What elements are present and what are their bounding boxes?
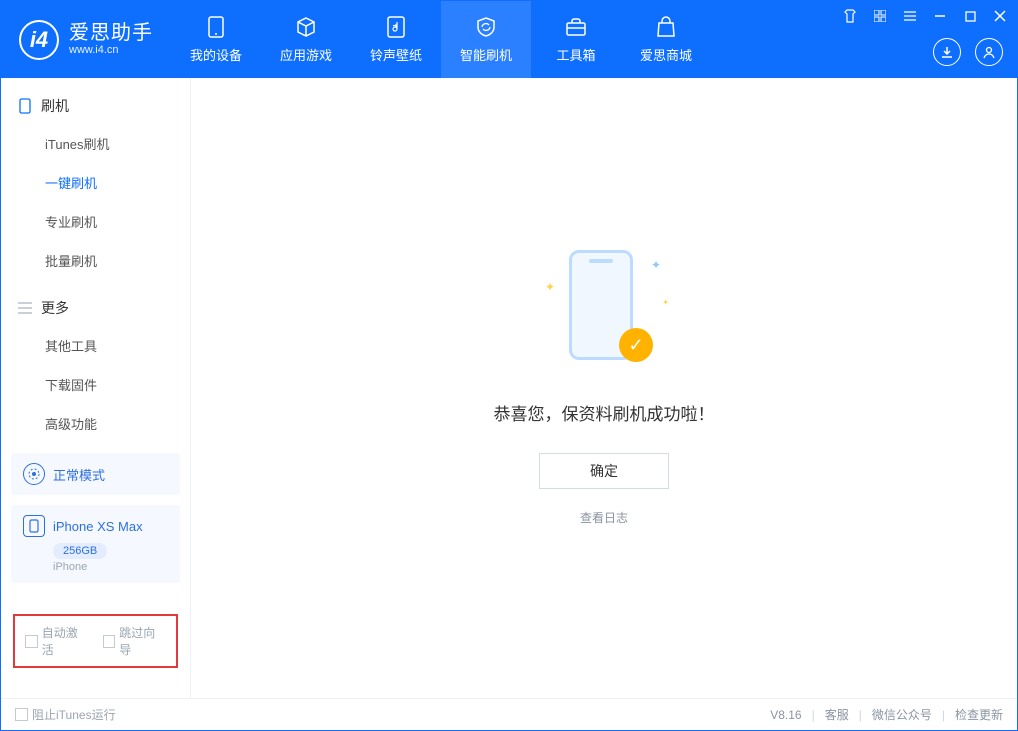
device-panel[interactable]: iPhone XS Max 256GB iPhone <box>11 505 180 583</box>
nav-store[interactable]: 爱思商城 <box>621 1 711 78</box>
nav-ringtones[interactable]: 铃声壁纸 <box>351 1 441 78</box>
maximize-button[interactable] <box>961 7 979 25</box>
list-icon <box>17 300 33 316</box>
main-content: ✦ ✦ ✦ ✓ 恭喜您，保资料刷机成功啦！ 确定 查看日志 <box>191 78 1017 698</box>
highlighted-options: 自动激活 跳过向导 <box>13 614 178 668</box>
sparkle-icon: ✦ <box>651 258 661 272</box>
sparkle-icon: ✦ <box>545 280 555 294</box>
app-header: i4 爱思助手 www.i4.cn 我的设备 应用游戏 铃声壁纸 智能刷机 <box>1 1 1017 78</box>
checkbox-label: 自动激活 <box>42 624 89 658</box>
sidebar-section-flash: 刷机 <box>1 78 190 124</box>
mode-icon <box>23 463 45 485</box>
menu-icon[interactable] <box>901 7 919 25</box>
sidebar-item-itunes-flash[interactable]: iTunes刷机 <box>1 124 190 163</box>
success-illustration: ✦ ✦ ✦ ✓ <box>549 250 659 370</box>
sidebar-item-pro-flash[interactable]: 专业刷机 <box>1 202 190 241</box>
support-link[interactable]: 客服 <box>825 706 849 723</box>
nav-label: 铃声壁纸 <box>370 45 422 64</box>
header-actions <box>933 38 1003 66</box>
close-button[interactable] <box>991 7 1009 25</box>
sidebar-item-onekey-flash[interactable]: 一键刷机 <box>1 163 190 202</box>
nav-toolbox[interactable]: 工具箱 <box>531 1 621 78</box>
sidebar-item-batch-flash[interactable]: 批量刷机 <box>1 241 190 280</box>
checkbox-icon <box>25 635 38 648</box>
check-update-link[interactable]: 检查更新 <box>955 706 1003 723</box>
skip-guide-checkbox[interactable]: 跳过向导 <box>103 624 167 658</box>
view-log-link[interactable]: 查看日志 <box>580 509 628 526</box>
mode-label: 正常模式 <box>53 465 105 484</box>
nav-label: 应用游戏 <box>280 45 332 64</box>
block-itunes-checkbox[interactable]: 阻止iTunes运行 <box>15 706 116 723</box>
checkbox-label: 跳过向导 <box>119 624 166 658</box>
sidebar-section-more: 更多 <box>1 280 190 326</box>
device-phone-icon <box>23 515 45 537</box>
bag-icon <box>654 15 678 39</box>
download-button[interactable] <box>933 38 961 66</box>
window-controls <box>841 7 1009 25</box>
nav-label: 工具箱 <box>556 45 595 64</box>
toolbox-icon <box>564 15 588 39</box>
cube-icon <box>294 15 318 39</box>
logo-icon: i4 <box>19 20 59 60</box>
nav-apps[interactable]: 应用游戏 <box>261 1 351 78</box>
sidebar-item-other-tools[interactable]: 其他工具 <box>1 326 190 365</box>
sparkle-icon: ✦ <box>662 298 669 307</box>
nav-label: 智能刷机 <box>460 45 512 64</box>
device-name: iPhone XS Max <box>53 519 143 534</box>
device-storage-badge: 256GB <box>53 543 107 559</box>
user-button[interactable] <box>975 38 1003 66</box>
auto-activate-checkbox[interactable]: 自动激活 <box>25 624 89 658</box>
checkbox-icon <box>103 635 116 648</box>
phone-icon <box>17 98 33 114</box>
nav-label: 爱思商城 <box>640 45 692 64</box>
status-bar: 阻止iTunes运行 V8.16 | 客服 | 微信公众号 | 检查更新 <box>1 698 1017 730</box>
checkbox-label: 阻止iTunes运行 <box>32 706 116 723</box>
minimize-button[interactable] <box>931 7 949 25</box>
nav-flash[interactable]: 智能刷机 <box>441 1 531 78</box>
nav-my-device[interactable]: 我的设备 <box>171 1 261 78</box>
shirt-icon[interactable] <box>841 7 859 25</box>
logo: i4 爱思助手 www.i4.cn <box>1 20 171 60</box>
nav-label: 我的设备 <box>190 45 242 64</box>
sidebar: 刷机 iTunes刷机 一键刷机 专业刷机 批量刷机 更多 其他工具 下载固件 … <box>1 78 191 698</box>
top-nav: 我的设备 应用游戏 铃声壁纸 智能刷机 工具箱 爱思商城 <box>171 1 711 78</box>
grid-icon[interactable] <box>871 7 889 25</box>
music-file-icon <box>384 15 408 39</box>
device-type: iPhone <box>53 561 168 573</box>
mode-panel[interactable]: 正常模式 <box>11 453 180 495</box>
wechat-link[interactable]: 微信公众号 <box>872 706 932 723</box>
app-name: 爱思助手 <box>69 23 153 43</box>
version-label: V8.16 <box>770 708 801 722</box>
checkbox-icon <box>15 708 28 721</box>
sidebar-item-advanced[interactable]: 高级功能 <box>1 404 190 443</box>
check-circle-icon: ✓ <box>619 328 653 362</box>
app-window: i4 爱思助手 www.i4.cn 我的设备 应用游戏 铃声壁纸 智能刷机 <box>0 0 1018 731</box>
success-message: 恭喜您，保资料刷机成功啦！ <box>494 400 715 425</box>
app-body: 刷机 iTunes刷机 一键刷机 专业刷机 批量刷机 更多 其他工具 下载固件 … <box>1 78 1017 698</box>
shield-refresh-icon <box>474 15 498 39</box>
sidebar-item-download-firmware[interactable]: 下载固件 <box>1 365 190 404</box>
section-title: 更多 <box>41 298 69 318</box>
section-title: 刷机 <box>41 96 69 116</box>
app-url: www.i4.cn <box>69 45 153 56</box>
ok-button[interactable]: 确定 <box>539 453 669 489</box>
device-icon <box>204 15 228 39</box>
